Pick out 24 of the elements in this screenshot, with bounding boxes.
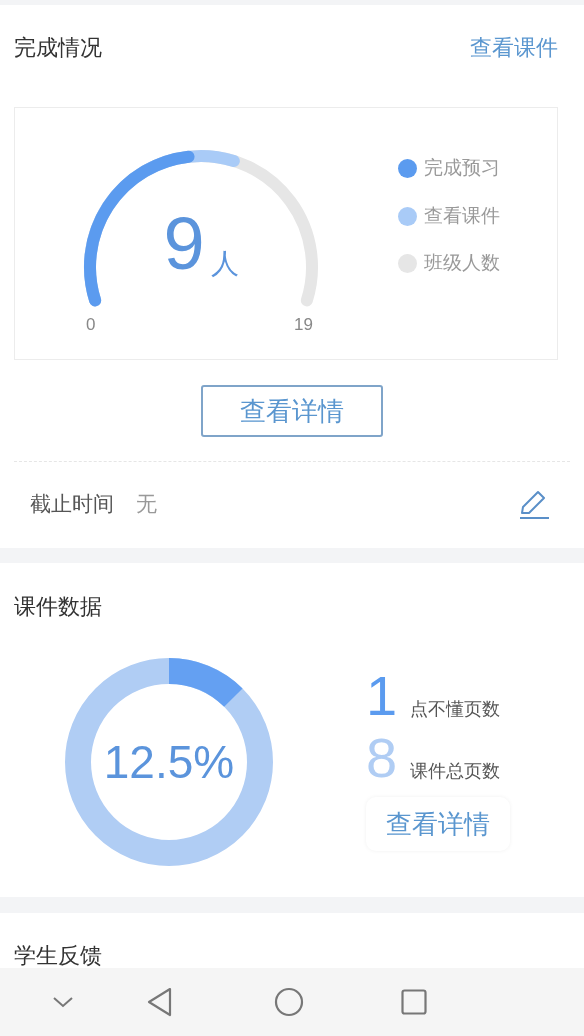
deadline-label: 截止时间 [30, 491, 114, 518]
stat-number: 1 [366, 665, 398, 727]
edit-icon[interactable] [518, 488, 550, 520]
details-button[interactable]: 查看详情 [201, 385, 383, 437]
completed-count: 9 [163, 203, 205, 284]
gauge-max-label: 19 [294, 313, 313, 336]
section-title: 完成情况 [14, 33, 102, 62]
recent-apps-icon[interactable] [401, 989, 427, 1015]
home-icon[interactable] [274, 987, 304, 1017]
gauge-min-label: 0 [86, 313, 96, 336]
section-title: 学生反馈 [14, 943, 102, 968]
legend-label: 完成预习 [424, 156, 500, 181]
stat-label: 点不懂页数 [410, 698, 500, 721]
legend-label: 班级人数 [424, 251, 500, 276]
view-courseware-link[interactable]: 查看课件 [470, 30, 558, 64]
count-unit: 人 [210, 246, 239, 281]
stat-label: 课件总页数 [410, 760, 500, 783]
percent-value: 12.5% [103, 734, 235, 790]
details-button[interactable]: 查看详情 [366, 797, 510, 851]
back-icon[interactable] [146, 987, 174, 1017]
section-title: 课件数据 [14, 592, 102, 621]
legend-label: 查看课件 [424, 203, 500, 228]
stat-number: 8 [366, 727, 398, 789]
deadline-value: 无 [136, 491, 157, 518]
